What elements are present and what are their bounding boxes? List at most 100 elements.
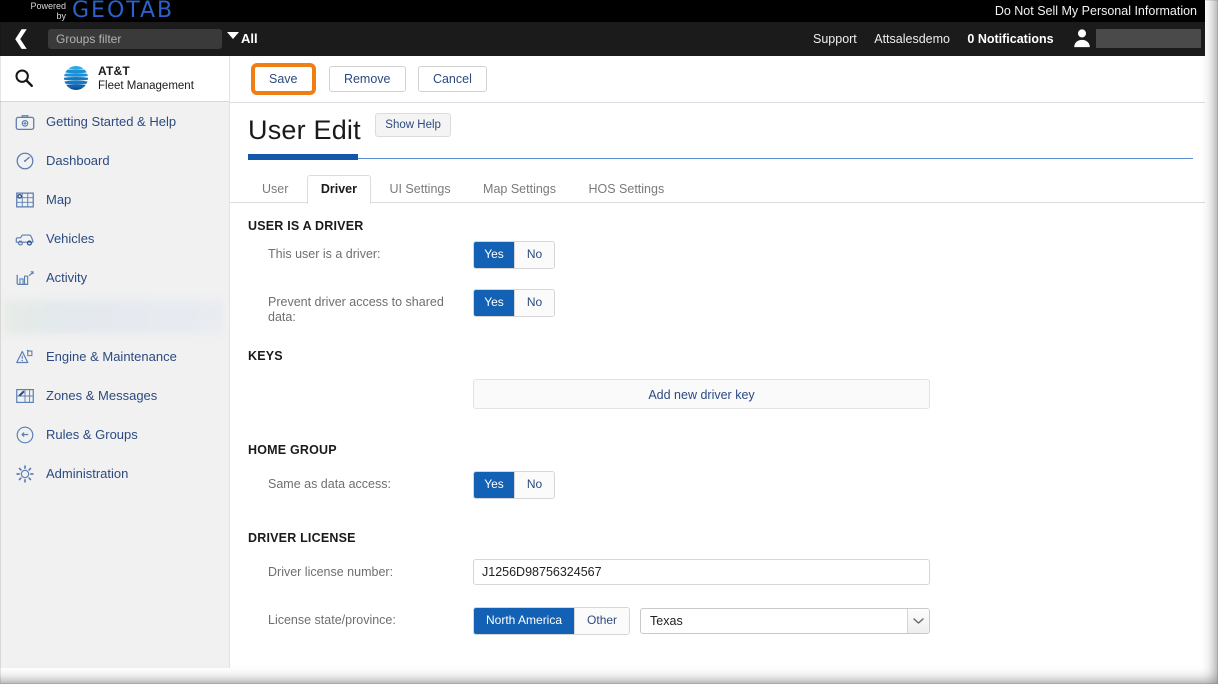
sidebar-item-redacted[interactable] — [4, 300, 223, 334]
zones-pencil-icon — [12, 383, 38, 409]
field-driver-license-number: Driver license number: — [248, 559, 1205, 593]
sidebar-item-label: Administration — [46, 466, 129, 481]
sidebar-item-label: Vehicles — [46, 231, 95, 246]
notifications-link[interactable]: 0 Notifications — [967, 32, 1053, 46]
top-nav-strip: ❮ All Support Attsalesdemo 0 Notificatio… — [0, 22, 1205, 56]
app-window: Powered by GEOTAB Do Not Sell My Persona… — [0, 0, 1218, 684]
att-globe-icon — [64, 66, 88, 90]
sidebar-item-getting-started[interactable]: Getting Started & Help — [0, 102, 229, 141]
groups-filter-input[interactable] — [48, 29, 222, 49]
section-home-group-heading: HOME GROUP — [248, 443, 337, 457]
powered-line-2: by — [56, 11, 66, 21]
toggle-no[interactable]: No — [514, 290, 554, 316]
back-chevron-icon[interactable]: ❮ — [10, 28, 32, 50]
section-user-is-a-driver-heading: USER IS A DRIVER — [248, 219, 364, 233]
license-state-select[interactable]: Texas — [640, 608, 931, 634]
toggle-yes[interactable]: Yes — [474, 242, 514, 268]
sidebar: AT&T Fleet Management Getting Started & … — [0, 56, 230, 668]
sidebar-header: AT&T Fleet Management — [0, 56, 229, 102]
toggle-no[interactable]: No — [514, 242, 554, 268]
map-grid-icon — [12, 187, 38, 213]
sidebar-item-label: Dashboard — [46, 153, 110, 168]
field-label: Same as data access: — [268, 477, 391, 491]
save-button[interactable]: Save — [251, 63, 316, 95]
main-content: Save Remove Cancel User Edit Show Help U… — [230, 56, 1205, 668]
driver-license-number-input[interactable] — [473, 559, 930, 585]
same-as-data-access-toggle[interactable]: Yes No — [473, 471, 555, 499]
field-license-state-province: License state/province: North America Ot… — [248, 607, 1205, 641]
field-control: Yes No — [473, 289, 1205, 317]
brand-line-2: Fleet Management — [98, 79, 194, 92]
toggle-yes[interactable]: Yes — [474, 290, 514, 316]
field-add-driver-key: Add new driver key — [248, 379, 1205, 413]
sidebar-item-label: Rules & Groups — [46, 427, 138, 442]
sidebar-item-label: Map — [46, 192, 72, 207]
tab-driver[interactable]: Driver — [306, 175, 371, 204]
groups-all-label[interactable]: All — [241, 31, 258, 46]
add-new-driver-key-button[interactable]: Add new driver key — [473, 379, 930, 409]
search-icon[interactable] — [13, 67, 35, 89]
sidebar-item-label: Getting Started & Help — [46, 114, 177, 129]
sidebar-item-zones-messages[interactable]: Zones & Messages — [0, 376, 229, 415]
engine-warning-icon — [12, 344, 38, 370]
tab-ui-settings[interactable]: UI Settings — [375, 175, 464, 204]
sidebar-item-vehicles[interactable]: Vehicles — [0, 219, 229, 258]
account-name[interactable]: Attsalesdemo — [874, 32, 950, 46]
sidebar-item-label: Zones & Messages — [46, 388, 158, 403]
title-divider-thin — [248, 158, 1193, 159]
field-control: Add new driver key — [473, 379, 1205, 409]
toggle-north-america[interactable]: North America — [474, 608, 575, 634]
gear-icon — [12, 461, 38, 487]
chevron-down-icon[interactable] — [907, 609, 930, 633]
bar-chart-icon — [12, 265, 38, 291]
cancel-button[interactable]: Cancel — [417, 66, 487, 92]
brand-line-1: AT&T — [98, 64, 130, 78]
is-driver-toggle[interactable]: Yes No — [473, 241, 555, 269]
tab-bar: User Driver UI Settings Map Settings HOS… — [230, 174, 1205, 204]
brand-label: AT&T Fleet Management — [98, 64, 194, 93]
sidebar-item-activity[interactable]: Activity — [0, 258, 229, 297]
field-label: Prevent driver access to shared data: — [268, 295, 444, 324]
license-region-toggle[interactable]: North America Other — [473, 607, 631, 635]
powered-by-label: Powered by — [22, 1, 66, 21]
sidebar-item-engine-maintenance[interactable]: Engine & Maintenance — [0, 337, 229, 376]
field-same-as-data-access: Same as data access: Yes No — [248, 471, 1205, 505]
geotab-logo-text: GEOTAB — [72, 0, 175, 23]
field-label: Driver license number: — [268, 565, 394, 579]
user-avatar-icon[interactable] — [1071, 26, 1093, 50]
action-toolbar: Save Remove Cancel — [230, 56, 1205, 103]
section-driver-license-heading: DRIVER LICENSE — [248, 531, 356, 545]
toggle-other[interactable]: Other — [574, 608, 630, 634]
remove-button[interactable]: Remove — [328, 66, 406, 92]
tab-user[interactable]: User — [248, 175, 302, 204]
field-this-user-is-a-driver: This user is a driver: Yes No — [248, 241, 1205, 275]
gauge-icon — [12, 148, 38, 174]
sidebar-item-dashboard[interactable]: Dashboard — [0, 141, 229, 180]
username-redacted-block — [1096, 29, 1201, 48]
chevron-down-icon[interactable] — [227, 32, 239, 39]
rules-arrow-icon — [12, 422, 38, 448]
support-link[interactable]: Support — [813, 32, 857, 46]
tab-hos-settings[interactable]: HOS Settings — [574, 175, 678, 204]
page-title: User Edit — [248, 115, 361, 146]
do-not-sell-link[interactable]: Do Not Sell My Personal Information — [995, 4, 1197, 18]
field-control: North America Other Texas — [473, 607, 1205, 635]
toggle-no[interactable]: No — [514, 472, 554, 498]
field-label-empty — [248, 379, 473, 385]
sidebar-item-map[interactable]: Map — [0, 180, 229, 219]
sidebar-item-administration[interactable]: Administration — [0, 454, 229, 493]
sidebar-item-rules-groups[interactable]: Rules & Groups — [0, 415, 229, 454]
tab-map-settings[interactable]: Map Settings — [469, 175, 570, 204]
powered-line-1: Powered — [30, 1, 66, 11]
field-label: This user is a driver: — [268, 247, 381, 261]
page-title-row: User Edit Show Help — [230, 103, 1205, 151]
help-kit-icon — [12, 109, 38, 135]
prevent-access-toggle[interactable]: Yes No — [473, 289, 555, 317]
license-state-value: Texas — [650, 614, 683, 628]
field-control — [473, 559, 1205, 585]
vehicle-icon — [12, 226, 38, 252]
show-help-button[interactable]: Show Help — [375, 113, 451, 137]
title-divider — [248, 154, 1193, 160]
field-prevent-driver-access: Prevent driver access to shared data: Ye… — [248, 289, 1205, 325]
toggle-yes[interactable]: Yes — [474, 472, 514, 498]
